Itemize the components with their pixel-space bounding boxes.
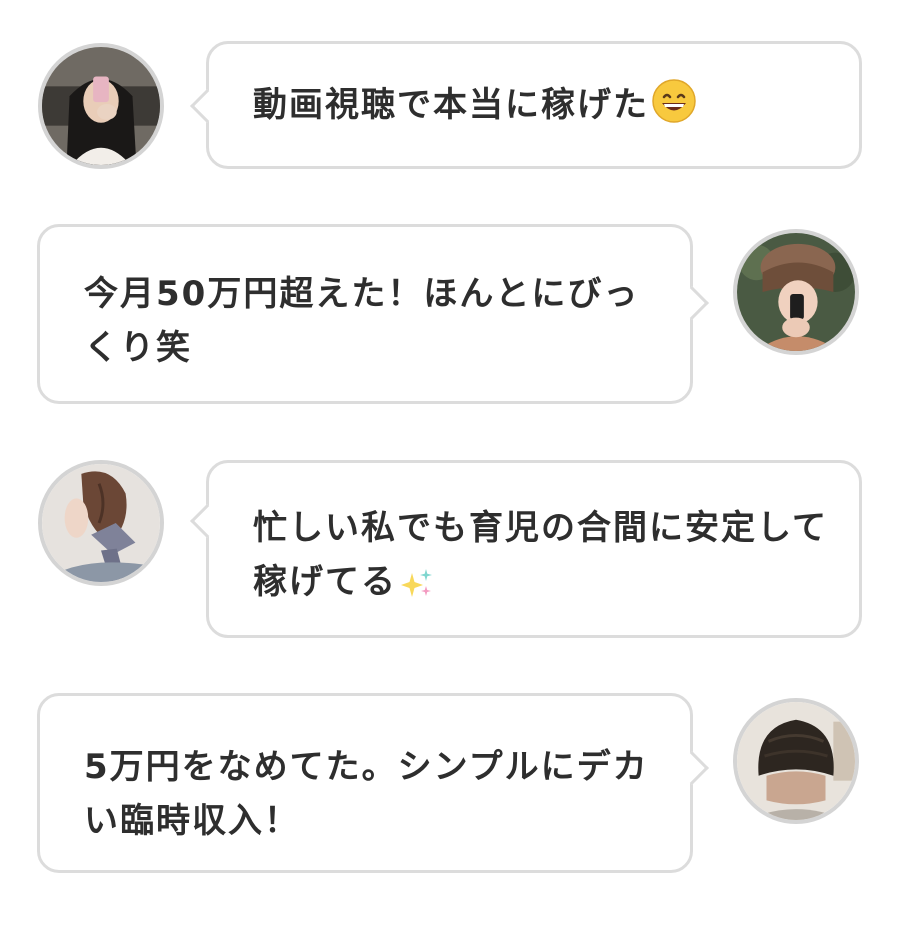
message-text: 今月50万円超えた！ほんとにびっくり笑 <box>84 267 664 375</box>
sparkles-icon <box>399 563 435 617</box>
avatar-image <box>42 464 160 582</box>
message-text: 動画視聴で本当に稼げた <box>253 78 833 140</box>
grinning-face-icon <box>651 78 697 140</box>
message-content: 5万円をなめてた。シンプルにデカい臨時収入！ <box>84 747 649 841</box>
message-text: 忙しい私でも育児の合間に安定して稼げてる <box>253 501 833 617</box>
speech-bubble: 今月50万円超えた！ほんとにびっくり笑 <box>37 224 709 404</box>
speech-bubble: 忙しい私でも育児の合間に安定して稼げてる <box>190 460 862 638</box>
message-content: 動画視聴で本当に稼げた <box>253 85 649 125</box>
avatar-woman-phone <box>38 43 164 169</box>
speech-bubble: 5万円をなめてた。シンプルにデカい臨時収入！ <box>37 693 709 873</box>
avatar-woman-knit-hat <box>733 229 859 355</box>
message-text: 5万円をなめてた。シンプルにデカい臨時収入！ <box>84 740 664 848</box>
speech-bubble: 動画視聴で本当に稼げた <box>190 41 862 169</box>
message-content: 今月50万円超えた！ほんとにびっくり笑 <box>84 274 640 368</box>
avatar-man-back-of-head <box>733 698 859 824</box>
avatar-image <box>737 233 855 351</box>
avatar-woman-hair-ribbon <box>38 460 164 586</box>
message-content: 忙しい私でも育児の合間に安定して稼げてる <box>253 508 828 602</box>
avatar-image <box>737 702 855 820</box>
avatar-image <box>42 47 160 165</box>
